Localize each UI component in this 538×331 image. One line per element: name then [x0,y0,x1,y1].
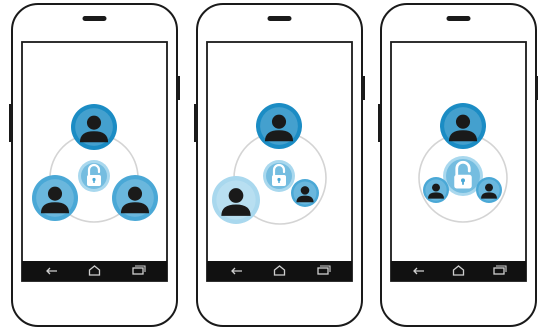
phone-3 [378,3,538,327]
phone-2 [194,3,365,327]
volume-button [194,104,197,142]
earpiece [82,16,107,21]
volume-button [9,104,12,142]
phone-1 [9,3,180,327]
earpiece [267,16,292,21]
earpiece [446,16,471,21]
power-button [177,76,180,100]
illustration [9,3,538,327]
volume-button [378,104,381,142]
power-button [362,76,365,100]
